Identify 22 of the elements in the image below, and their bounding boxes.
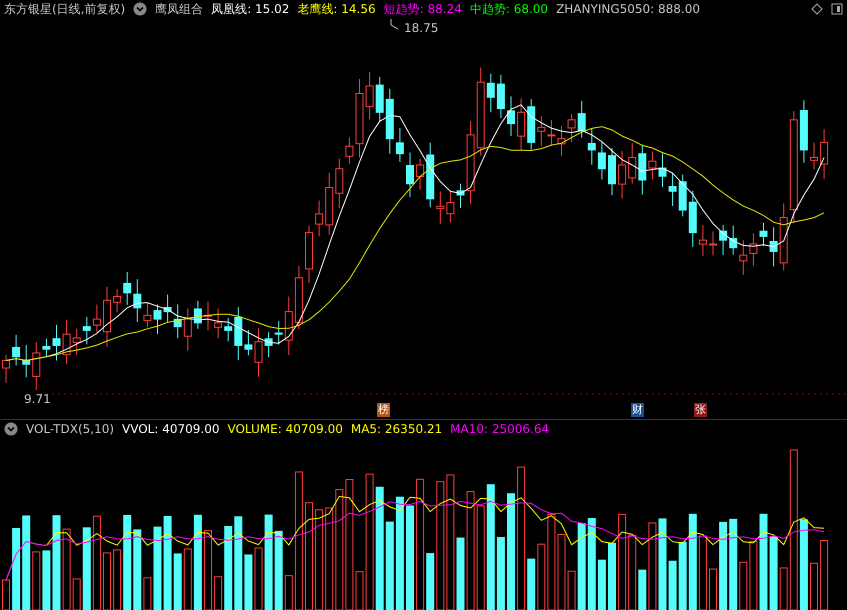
indicator-value: 凤凰线: 15.02 <box>211 0 290 18</box>
dropdown-icon[interactable] <box>4 422 18 436</box>
diamond-icon[interactable] <box>811 3 823 16</box>
indicator-value: ZHANYING5050: 888.00 <box>556 2 700 16</box>
dropdown-icon[interactable] <box>133 2 148 16</box>
indicator-value: 短趋势: 88.24 <box>384 0 462 18</box>
volume-value: MA10: 25006.64 <box>450 422 550 436</box>
volume-value: VVOL: 40709.00 <box>122 422 220 436</box>
event-marker[interactable]: 张 <box>694 402 707 416</box>
high-price-label: 18.75 <box>404 20 438 34</box>
indicator-value: 中趋势: 68.00 <box>470 0 548 18</box>
indicator-value: 老鹰线: 14.56 <box>297 0 376 18</box>
event-marker[interactable]: 财 <box>631 402 644 416</box>
low-price-label: 9.71 <box>24 392 51 406</box>
event-marker[interactable]: 榜 <box>377 402 390 416</box>
indicator-name: 鹰凤组合 <box>155 0 204 18</box>
volume-indicator-name: VOL-TDX(5,10) <box>26 422 114 436</box>
window-icon[interactable] <box>831 3 843 16</box>
volume-value: VOLUME: 40709.00 <box>227 422 343 436</box>
volume-value: MA5: 26350.21 <box>350 422 442 436</box>
leader-line <box>390 18 398 29</box>
security-title: 东方银星(日线,前复权) <box>4 0 126 18</box>
